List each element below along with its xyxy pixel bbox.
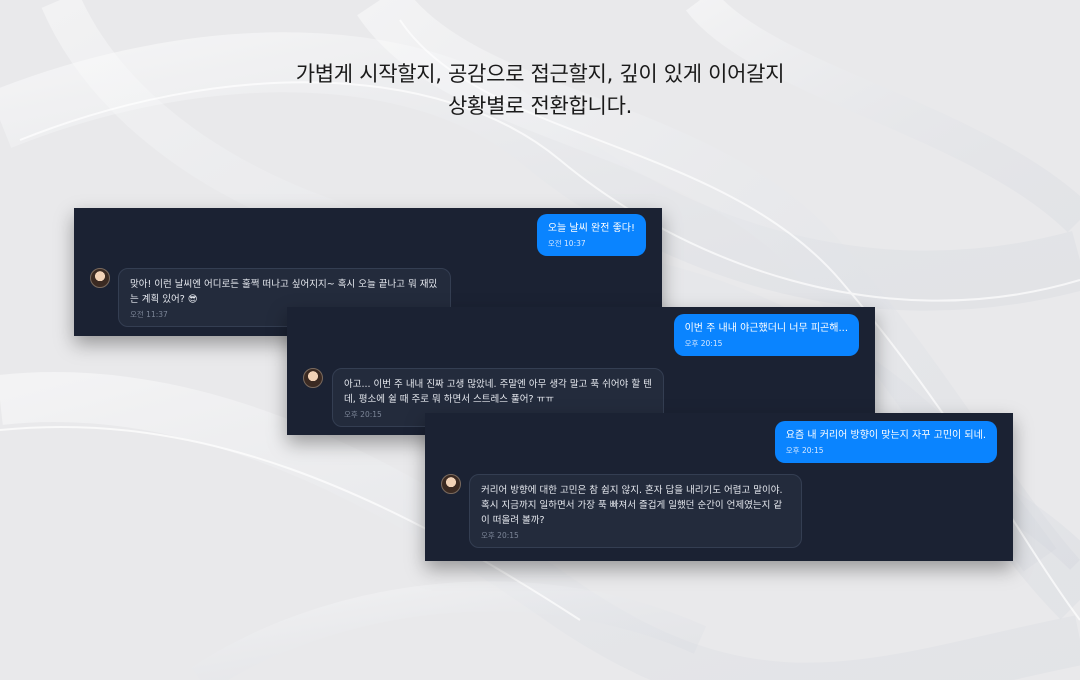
assistant-message-time: 오후 20:15 (481, 531, 519, 540)
assistant-avatar (90, 268, 110, 288)
user-message-time: 오후 20:15 (785, 446, 824, 455)
user-message-text: 오늘 날씨 완전 좋다! (547, 223, 635, 234)
assistant-avatar (441, 474, 461, 494)
user-message-bubble: 오늘 날씨 완전 좋다! 오전 10:37 (536, 214, 646, 256)
user-message-text: 이번 주 내내 야근했더니 너무 피곤해... (684, 323, 848, 334)
headline-line-2: 상황별로 전환합니다. (448, 94, 632, 118)
user-message-text: 요즘 내 커리어 방향이 맞는지 자꾸 고민이 되네. (785, 430, 986, 441)
headline-line-1: 가볍게 시작할지, 공감으로 접근할지, 깊이 있게 이어갈지 (295, 62, 785, 86)
assistant-message-bubble: 커리어 방향에 대한 고민은 참 쉽지 않지. 혼자 답을 내리기도 어렵고 말… (469, 474, 802, 548)
user-message-bubble: 이번 주 내내 야근했더니 너무 피곤해... 오후 20:15 (673, 314, 859, 356)
assistant-message-text: 맞아! 이런 날씨엔 어디로든 훌쩍 떠나고 싶어지지~ 혹시 오늘 끝나고 뭐… (130, 279, 438, 305)
user-message-time: 오전 10:37 (547, 239, 586, 248)
assistant-message-text: 아고... 이번 주 내내 진짜 고생 많았네. 주말엔 아무 생각 말고 푹 … (344, 379, 652, 405)
user-message-bubble: 요즘 내 커리어 방향이 맞는지 자꾸 고민이 되네. 오후 20:15 (774, 421, 997, 463)
chat-panel-3: 요즘 내 커리어 방향이 맞는지 자꾸 고민이 되네. 오후 20:15 커리어… (425, 413, 1013, 561)
assistant-message-text: 커리어 방향에 대한 고민은 참 쉽지 않지. 혼자 답을 내리기도 어렵고 말… (481, 485, 783, 526)
assistant-avatar (303, 368, 323, 388)
user-message-time: 오후 20:15 (684, 339, 723, 348)
headline: 가볍게 시작할지, 공감으로 접근할지, 깊이 있게 이어갈지 상황별로 전환합… (0, 58, 1080, 122)
